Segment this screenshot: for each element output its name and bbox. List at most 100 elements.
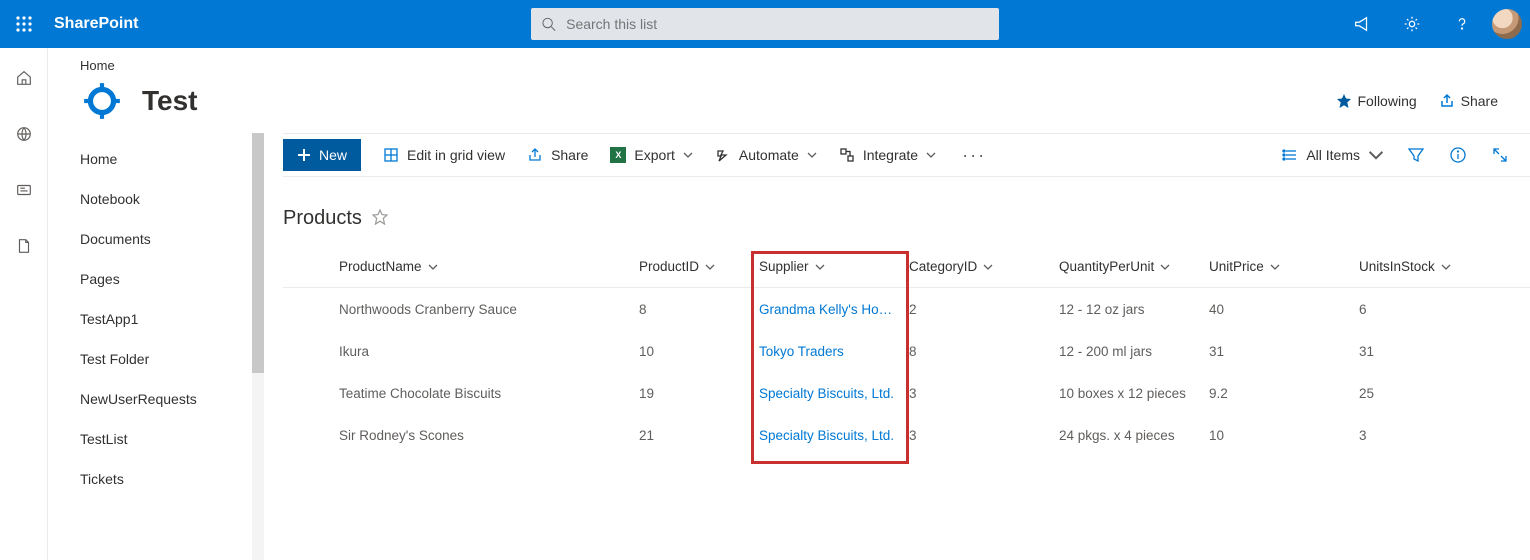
new-label: New bbox=[319, 147, 347, 163]
help-button[interactable] bbox=[1438, 0, 1486, 48]
sidenav-item[interactable]: TestApp1 bbox=[48, 299, 263, 339]
gear-icon bbox=[1403, 15, 1421, 33]
share-label: Share bbox=[551, 147, 588, 163]
share-button[interactable]: Share bbox=[527, 147, 588, 163]
rail-sites-button[interactable] bbox=[8, 118, 40, 150]
column-header-unitsinstock[interactable]: UnitsInStock bbox=[1359, 259, 1479, 274]
filter-icon bbox=[1407, 146, 1425, 164]
cell-unitprice: 9.2 bbox=[1209, 386, 1359, 401]
cell-supplier[interactable]: Grandma Kelly's Homestead bbox=[759, 302, 909, 317]
column-header-quantityperunit[interactable]: QuantityPerUnit bbox=[1059, 259, 1209, 274]
news-icon bbox=[15, 181, 33, 199]
search-input[interactable] bbox=[566, 16, 989, 32]
chevron-down-icon bbox=[926, 150, 936, 160]
expand-button[interactable] bbox=[1490, 145, 1510, 165]
integrate-button[interactable]: Integrate bbox=[839, 147, 936, 163]
rail-home-button[interactable] bbox=[8, 62, 40, 94]
export-button[interactable]: Export bbox=[610, 147, 692, 163]
column-header-productname[interactable]: ProductName bbox=[339, 259, 639, 274]
table-row[interactable]: Sir Rodney's Scones21Specialty Biscuits,… bbox=[283, 414, 1530, 456]
cell-productid: 19 bbox=[639, 386, 759, 401]
search-box[interactable] bbox=[531, 8, 999, 40]
megaphone-button[interactable] bbox=[1338, 0, 1386, 48]
app-launcher-button[interactable] bbox=[0, 0, 48, 48]
favorite-button[interactable] bbox=[372, 209, 388, 228]
suite-brand[interactable]: SharePoint bbox=[54, 15, 138, 33]
cell-categoryid: 2 bbox=[909, 302, 1059, 317]
search-icon bbox=[541, 16, 556, 32]
column-header-categoryid[interactable]: CategoryID bbox=[909, 259, 1059, 274]
site-title: Test bbox=[142, 85, 198, 117]
info-button[interactable] bbox=[1448, 145, 1468, 165]
cell-productname: Sir Rodney's Scones bbox=[339, 428, 639, 443]
column-header-label: Supplier bbox=[759, 259, 809, 274]
settings-button[interactable] bbox=[1388, 0, 1436, 48]
column-header-label: QuantityPerUnit bbox=[1059, 259, 1154, 274]
filter-button[interactable] bbox=[1406, 145, 1426, 165]
cell-productid: 21 bbox=[639, 428, 759, 443]
breadcrumb[interactable]: Home bbox=[48, 48, 1530, 73]
list-main: New Edit in grid view Share Export bbox=[263, 133, 1530, 560]
chevron-down-icon bbox=[428, 262, 438, 272]
edit-grid-label: Edit in grid view bbox=[407, 147, 505, 163]
home-icon bbox=[15, 69, 33, 87]
table-row[interactable]: Northwoods Cranberry Sauce8Grandma Kelly… bbox=[283, 288, 1530, 330]
sidenav-item[interactable]: Test Folder bbox=[48, 339, 263, 379]
view-selector[interactable]: All Items bbox=[1282, 147, 1384, 163]
rail-news-button[interactable] bbox=[8, 174, 40, 206]
chevron-down-icon bbox=[815, 262, 825, 272]
cell-unitsinstock: 6 bbox=[1359, 302, 1479, 317]
flow-icon bbox=[715, 147, 731, 163]
column-header-unitprice[interactable]: UnitPrice bbox=[1209, 259, 1359, 274]
chevron-down-icon bbox=[807, 150, 817, 160]
sidenav-item[interactable]: Documents bbox=[48, 219, 263, 259]
new-button[interactable]: New bbox=[283, 139, 361, 171]
cell-supplier[interactable]: Specialty Biscuits, Ltd. bbox=[759, 428, 909, 443]
automate-button[interactable]: Automate bbox=[715, 147, 817, 163]
excel-icon bbox=[610, 147, 626, 163]
sidenav-item[interactable]: TestList bbox=[48, 419, 263, 459]
view-label: All Items bbox=[1306, 147, 1360, 163]
cell-unitsinstock: 3 bbox=[1359, 428, 1479, 443]
cell-unitsinstock: 25 bbox=[1359, 386, 1479, 401]
cell-unitsinstock: 31 bbox=[1359, 344, 1479, 359]
column-header-label: CategoryID bbox=[909, 259, 977, 274]
site-logo-icon bbox=[81, 80, 123, 122]
cell-categoryid: 3 bbox=[909, 428, 1059, 443]
command-overflow-button[interactable]: ··· bbox=[958, 145, 990, 166]
column-header-productid[interactable]: ProductID bbox=[639, 259, 759, 274]
sidenav-item[interactable]: Notebook bbox=[48, 179, 263, 219]
list-icon bbox=[1282, 147, 1298, 163]
cell-quantityperunit: 10 boxes x 12 pieces bbox=[1059, 386, 1209, 401]
edit-grid-button[interactable]: Edit in grid view bbox=[383, 147, 505, 163]
sidenav-item[interactable]: Pages bbox=[48, 259, 263, 299]
cell-unitprice: 40 bbox=[1209, 302, 1359, 317]
table-row[interactable]: Teatime Chocolate Biscuits19Specialty Bi… bbox=[283, 372, 1530, 414]
integrate-icon bbox=[839, 147, 855, 163]
cell-productid: 10 bbox=[639, 344, 759, 359]
sidenav-item[interactable]: NewUserRequests bbox=[48, 379, 263, 419]
share-arrow-icon bbox=[527, 147, 543, 163]
list-table: ProductName ProductIDSupplier CategoryID Qu… bbox=[283, 246, 1530, 456]
user-avatar[interactable] bbox=[1492, 9, 1522, 39]
sidenav-item[interactable]: Tickets bbox=[48, 459, 263, 499]
chevron-down-icon bbox=[1368, 147, 1384, 163]
sidenav-item[interactable]: Home bbox=[48, 139, 263, 179]
cell-supplier[interactable]: Specialty Biscuits, Ltd. bbox=[759, 386, 909, 401]
following-button[interactable]: Following bbox=[1336, 93, 1417, 109]
automate-label: Automate bbox=[739, 147, 799, 163]
grid-edit-icon bbox=[383, 147, 399, 163]
side-nav: HomeNotebookDocumentsPagesTestApp1Test F… bbox=[48, 133, 263, 560]
cell-supplier[interactable]: Tokyo Traders bbox=[759, 344, 909, 359]
cell-productid: 8 bbox=[639, 302, 759, 317]
column-header-row: ProductName ProductIDSupplier CategoryID Qu… bbox=[283, 246, 1530, 288]
rail-files-button[interactable] bbox=[8, 230, 40, 262]
cell-productname: Northwoods Cranberry Sauce bbox=[339, 302, 639, 317]
column-header-label: ProductName bbox=[339, 259, 422, 274]
cell-unitprice: 31 bbox=[1209, 344, 1359, 359]
chevron-down-icon bbox=[683, 150, 693, 160]
site-share-button[interactable]: Share bbox=[1439, 93, 1498, 109]
column-header-supplier[interactable]: Supplier bbox=[759, 259, 909, 274]
star-outline-icon bbox=[372, 209, 388, 225]
table-row[interactable]: Ikura10Tokyo Traders812 - 200 ml jars313… bbox=[283, 330, 1530, 372]
